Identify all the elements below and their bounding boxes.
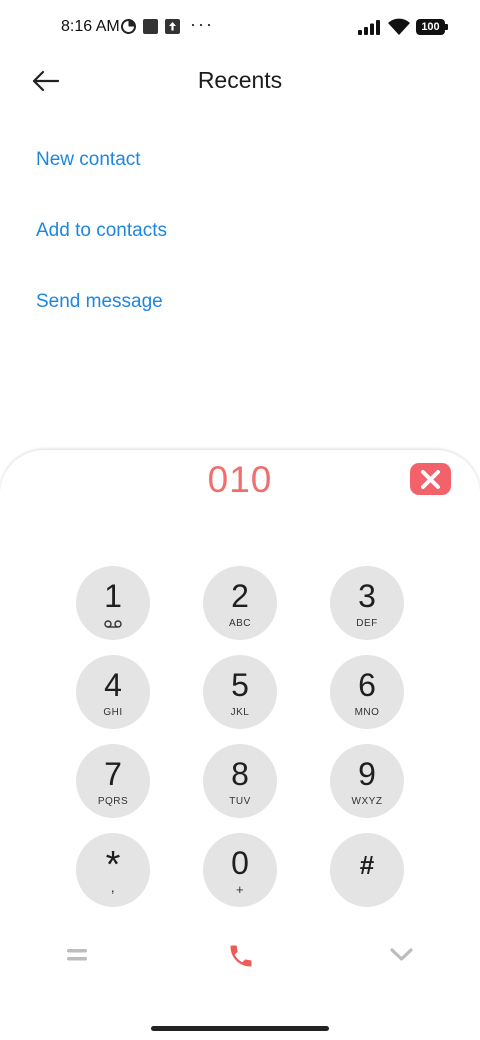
key-7[interactable]: 7 PQRS [76,744,150,818]
square-icon [143,19,158,34]
key-digit: 3 [358,578,376,614]
key-star[interactable]: * , [76,833,150,907]
key-digit: 4 [104,667,122,703]
key-0[interactable]: 0 + [203,833,277,907]
key-digit: 5 [231,667,249,703]
key-letters: GHI [103,707,123,718]
status-bar: 8:16 AM ··· 100 [0,0,480,56]
key-digit: 8 [231,756,249,792]
wifi-icon [388,18,410,35]
key-2[interactable]: 2 ABC [203,566,277,640]
more-dots-icon: ··· [190,14,214,34]
key-letters: DEF [356,618,378,629]
key-1[interactable]: 1 [76,566,150,640]
key-digit: 0 [231,845,249,881]
key-letters: TUV [229,796,251,807]
close-icon [421,470,440,489]
upload-icon [165,19,180,34]
key-digit: 7 [104,756,122,792]
key-letters: + [235,882,245,897]
key-digit: 6 [358,667,376,703]
status-time: 8:16 AM [61,18,120,35]
chevron-down-icon[interactable] [389,947,414,963]
key-digit: 1 [104,578,122,614]
key-letters: PQRS [97,796,129,807]
key-5[interactable]: 5 JKL [203,655,277,729]
signal-icon [358,20,380,35]
battery-icon: 100 [416,19,448,35]
key-6[interactable]: 6 MNO [330,655,404,729]
battery-level: 100 [416,19,445,35]
key-letters: JKL [230,707,250,718]
add-to-contacts-link[interactable]: Add to contacts [36,220,167,242]
key-letters: ABC [228,618,252,629]
key-digit: * [105,844,121,886]
key-letters: WXYZ [351,796,383,807]
key-digit: # [359,850,375,880]
key-letters: MNO [354,707,380,718]
key-4[interactable]: 4 GHI [76,655,150,729]
send-message-link[interactable]: Send message [36,291,163,313]
call-icon[interactable] [227,941,255,971]
key-hash[interactable]: # [330,833,404,907]
key-digit: 2 [231,578,249,614]
page-title: Recents [197,67,283,93]
clear-button[interactable] [410,463,451,495]
key-8[interactable]: 8 TUV [203,744,277,818]
voicemail-icon [104,620,122,628]
menu-icon[interactable] [67,948,87,962]
key-letters: , [110,879,116,895]
home-indicator[interactable] [151,1026,329,1031]
key-3[interactable]: 3 DEF [330,566,404,640]
data-saver-icon [121,19,136,34]
dialed-number: 010 [207,459,273,500]
new-contact-link[interactable]: New contact [36,149,141,171]
key-9[interactable]: 9 WXYZ [330,744,404,818]
key-digit: 9 [358,756,376,792]
